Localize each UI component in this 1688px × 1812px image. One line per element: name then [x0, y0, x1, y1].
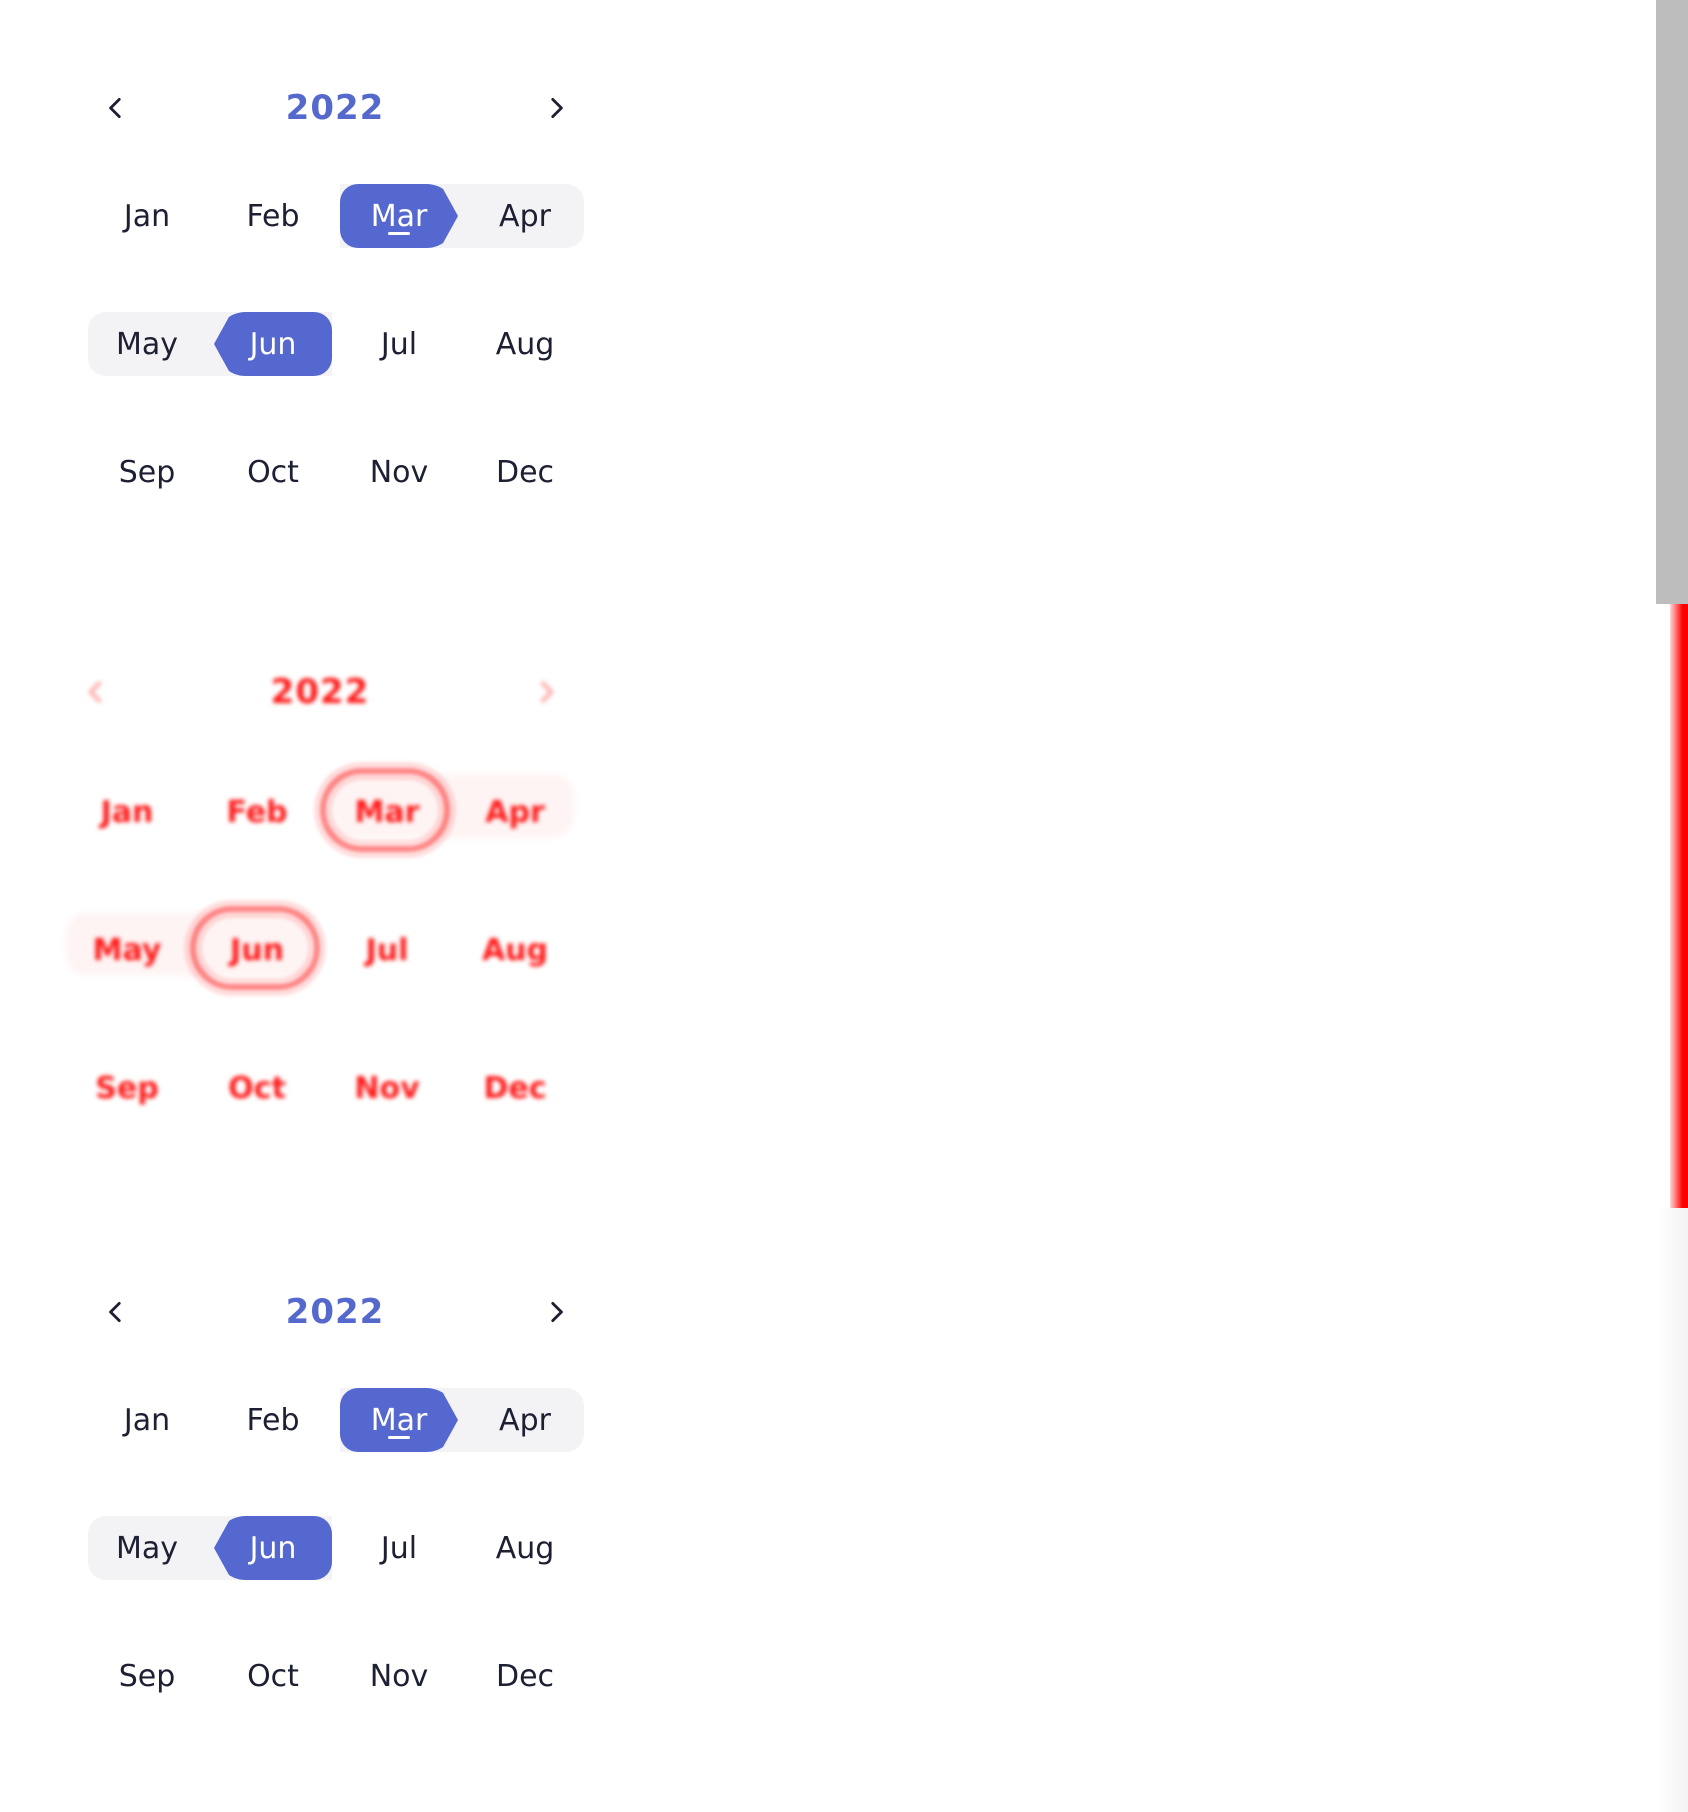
- month-jul-bottom[interactable]: Jul: [336, 1516, 462, 1580]
- month-feb[interactable]: Feb: [210, 184, 336, 248]
- month-picker-bottom: 2022 Jan Feb Mar Apr May Jun Jul Aug Sep…: [0, 1208, 620, 1812]
- month-apr-diff: Apr: [485, 794, 545, 830]
- chevron-right-icon: [551, 1301, 563, 1323]
- prev-year-button[interactable]: [94, 86, 138, 130]
- month-jul-diff: Jul: [365, 932, 409, 968]
- right-edge-strip-bottom: [1656, 1208, 1688, 1812]
- month-jul[interactable]: Jul: [336, 312, 462, 376]
- year-label[interactable]: 2022: [235, 86, 435, 130]
- month-oct-bottom[interactable]: Oct: [210, 1644, 336, 1708]
- month-feb-diff: Feb: [226, 794, 288, 830]
- chevron-left-icon: [109, 97, 121, 119]
- prev-year-button-diff: [74, 670, 118, 714]
- month-jan-bottom[interactable]: Jan: [84, 1388, 210, 1452]
- month-aug[interactable]: Aug: [462, 312, 588, 376]
- month-nov[interactable]: Nov: [336, 440, 462, 504]
- month-oct[interactable]: Oct: [210, 440, 336, 504]
- month-mar[interactable]: Mar: [336, 184, 462, 248]
- month-jan-diff: Jan: [100, 794, 154, 830]
- month-aug-diff: Aug: [481, 932, 549, 968]
- month-apr-bottom[interactable]: Apr: [462, 1388, 588, 1452]
- next-year-button[interactable]: [534, 86, 578, 130]
- month-sep-bottom[interactable]: Sep: [84, 1644, 210, 1708]
- month-apr[interactable]: Apr: [462, 184, 588, 248]
- month-picker-diff: 2022 Jan Feb Mar Apr May Jun Jul Aug Sep…: [0, 604, 620, 1208]
- next-year-button-diff: [524, 670, 568, 714]
- right-edge-strip: [1656, 0, 1688, 604]
- chevron-right-icon: [551, 97, 563, 119]
- calendar-panel-bottom: 2022 Jan Feb Mar Apr May Jun Jul Aug Sep…: [0, 1208, 1688, 1812]
- focus-underline: [388, 232, 410, 235]
- month-dec-bottom[interactable]: Dec: [462, 1644, 588, 1708]
- month-mar-diff: Mar: [354, 794, 420, 830]
- month-sep-diff: Sep: [95, 1070, 159, 1106]
- focus-underline-bottom: [388, 1436, 410, 1439]
- month-jun-bottom[interactable]: Jun: [210, 1516, 336, 1580]
- month-dec-diff: Dec: [483, 1070, 547, 1106]
- month-jun[interactable]: Jun: [210, 312, 336, 376]
- month-jun-diff: Jun: [230, 932, 284, 968]
- month-oct-diff: Oct: [228, 1070, 286, 1106]
- month-mar-label: Mar: [370, 198, 428, 234]
- month-aug-bottom[interactable]: Aug: [462, 1516, 588, 1580]
- month-may-diff: May: [92, 932, 162, 968]
- chevron-left-icon: [88, 681, 102, 703]
- year-label-bottom[interactable]: 2022: [235, 1290, 435, 1334]
- calendar-panel-top: 2022 Jan Feb Mar Apr May Jun Jul Aug Sep…: [0, 0, 1688, 604]
- month-nov-bottom[interactable]: Nov: [336, 1644, 462, 1708]
- month-jan[interactable]: Jan: [84, 184, 210, 248]
- month-picker: 2022 Jan Feb Mar Apr May Jun Jul Aug Sep…: [0, 0, 620, 604]
- month-mar-bottom[interactable]: Mar: [336, 1388, 462, 1452]
- month-feb-bottom[interactable]: Feb: [210, 1388, 336, 1452]
- next-year-button-bottom[interactable]: [534, 1290, 578, 1334]
- calendar-panel-diff: 2022 Jan Feb Mar Apr May Jun Jul Aug Sep…: [0, 604, 1688, 1208]
- month-sep[interactable]: Sep: [84, 440, 210, 504]
- right-edge-strip-red: [1670, 604, 1688, 1208]
- year-label-diff: 2022: [270, 672, 370, 712]
- chevron-right-icon: [540, 681, 554, 703]
- chevron-left-icon: [109, 1301, 121, 1323]
- month-may-bottom[interactable]: May: [84, 1516, 210, 1580]
- month-nov-diff: Nov: [354, 1070, 420, 1106]
- prev-year-button-bottom[interactable]: [94, 1290, 138, 1334]
- month-may[interactable]: May: [84, 312, 210, 376]
- month-mar-label-bottom: Mar: [370, 1402, 428, 1438]
- month-dec[interactable]: Dec: [462, 440, 588, 504]
